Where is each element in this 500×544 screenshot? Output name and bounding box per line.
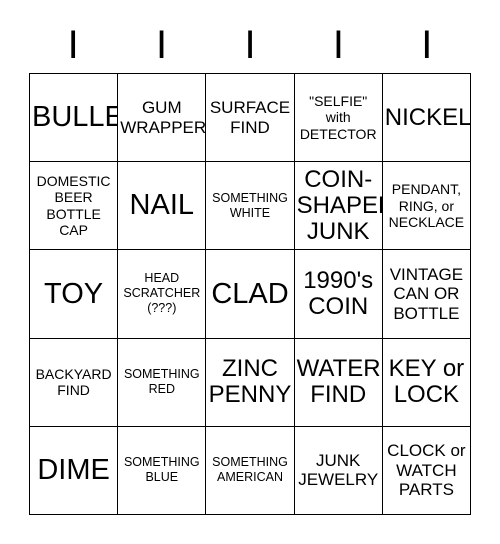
bingo-cell-label: BACKYARD FIND bbox=[35, 365, 112, 399]
bingo-cell-label: PENDANT, RING, or NECKLACE bbox=[388, 181, 465, 231]
bingo-cell-label: TOY bbox=[44, 277, 104, 310]
bingo-cell-label: SOMETHING AMERICAN bbox=[212, 455, 288, 485]
bingo-cell-label: SOMETHING BLUE bbox=[123, 455, 200, 485]
bingo-cell[interactable]: WATER FIND bbox=[294, 338, 383, 427]
bingo-cell-label: SOMETHING RED bbox=[123, 367, 200, 397]
bingo-cell-label: VINTAGE CAN OR BOTTLE bbox=[389, 264, 464, 323]
bingo-cell-label: NICKEL bbox=[384, 103, 471, 131]
bingo-cell[interactable]: 1990's COIN bbox=[294, 250, 383, 339]
bingo-header-row: I I I I I bbox=[29, 22, 471, 68]
bingo-cell[interactable]: ZINC PENNY bbox=[206, 338, 295, 427]
bingo-cell[interactable]: SOMETHING RED bbox=[118, 338, 207, 427]
bingo-cell-label: DOMESTIC BEER BOTTLE CAP bbox=[36, 172, 111, 239]
bingo-header-letter-text: I bbox=[156, 23, 168, 67]
bingo-cell[interactable]: BACKYARD FIND bbox=[30, 338, 119, 427]
bingo-cell-label: WATER FIND bbox=[296, 355, 381, 409]
bingo-cell-label: SURFACE FIND bbox=[209, 98, 291, 137]
bingo-cell[interactable]: COIN- SHAPED JUNK bbox=[294, 162, 383, 251]
bingo-cell-label: ZINC PENNY bbox=[208, 355, 292, 409]
bingo-header-letter-text: I bbox=[421, 23, 433, 67]
bingo-header-letter-1: I bbox=[29, 22, 117, 68]
bingo-cell[interactable]: PENDANT, RING, or NECKLACE bbox=[382, 162, 471, 251]
bingo-cell[interactable]: JUNK JEWELRY bbox=[294, 426, 383, 515]
bingo-cell[interactable]: SOMETHING WHITE bbox=[206, 162, 295, 251]
bingo-cell-label: DIME bbox=[37, 454, 110, 487]
bingo-cell-label: 1990's COIN bbox=[303, 267, 374, 320]
bingo-header-letter-3: I bbox=[206, 22, 294, 68]
bingo-header-letter-5: I bbox=[383, 22, 471, 68]
bingo-header-letter-text: I bbox=[332, 23, 344, 67]
bingo-grid: BULLET GUM WRAPPER SURFACE FIND "SELFIE"… bbox=[29, 73, 471, 515]
bingo-cell-label: SOMETHING WHITE bbox=[212, 190, 288, 220]
bingo-cell-label: CLOCK or WATCH PARTS bbox=[387, 441, 466, 500]
bingo-header-letter-text: I bbox=[244, 23, 256, 67]
bingo-cell[interactable]: TOY bbox=[30, 250, 119, 339]
bingo-cell[interactable]: GUM WRAPPER bbox=[118, 74, 207, 163]
bingo-cell[interactable]: CLOCK or WATCH PARTS bbox=[382, 426, 471, 515]
bingo-cell[interactable]: BULLET bbox=[30, 74, 119, 163]
bingo-cell[interactable]: SOMETHING AMERICAN bbox=[206, 426, 295, 515]
bingo-cell-label: NAIL bbox=[129, 189, 195, 222]
bingo-cell-label: BULLET bbox=[32, 101, 117, 134]
bingo-header-letter-4: I bbox=[294, 22, 382, 68]
bingo-cell[interactable]: DOMESTIC BEER BOTTLE CAP bbox=[30, 162, 119, 251]
bingo-cell[interactable]: CLAD bbox=[206, 250, 295, 339]
bingo-cell[interactable]: KEY or LOCK bbox=[382, 338, 471, 427]
bingo-cell-label: CLAD bbox=[211, 277, 289, 310]
bingo-cell[interactable]: "SELFIE" with DETECTOR bbox=[294, 74, 383, 163]
bingo-cell[interactable]: DIME bbox=[30, 426, 119, 515]
bingo-cell-label: HEAD SCRATCHER (???) bbox=[123, 271, 201, 316]
bingo-cell-label: "SELFIE" with DETECTOR bbox=[299, 92, 377, 142]
bingo-cell[interactable]: NICKEL bbox=[382, 74, 471, 163]
bingo-cell-label: JUNK JEWELRY bbox=[298, 451, 379, 490]
bingo-header-letter-text: I bbox=[67, 23, 79, 67]
bingo-card: I I I I I BULLET GUM WRAPPER SURFACE FIN… bbox=[0, 0, 500, 544]
bingo-cell[interactable]: VINTAGE CAN OR BOTTLE bbox=[382, 250, 471, 339]
bingo-cell[interactable]: HEAD SCRATCHER (???) bbox=[118, 250, 207, 339]
bingo-cell[interactable]: SOMETHING BLUE bbox=[118, 426, 207, 515]
bingo-cell-label: KEY or LOCK bbox=[388, 355, 465, 409]
bingo-cell-label: GUM WRAPPER bbox=[120, 98, 207, 137]
bingo-cell[interactable]: NAIL bbox=[118, 162, 207, 251]
bingo-header-letter-2: I bbox=[117, 22, 205, 68]
bingo-cell-label: COIN- SHAPED JUNK bbox=[296, 165, 382, 245]
bingo-cell[interactable]: SURFACE FIND bbox=[206, 74, 295, 163]
